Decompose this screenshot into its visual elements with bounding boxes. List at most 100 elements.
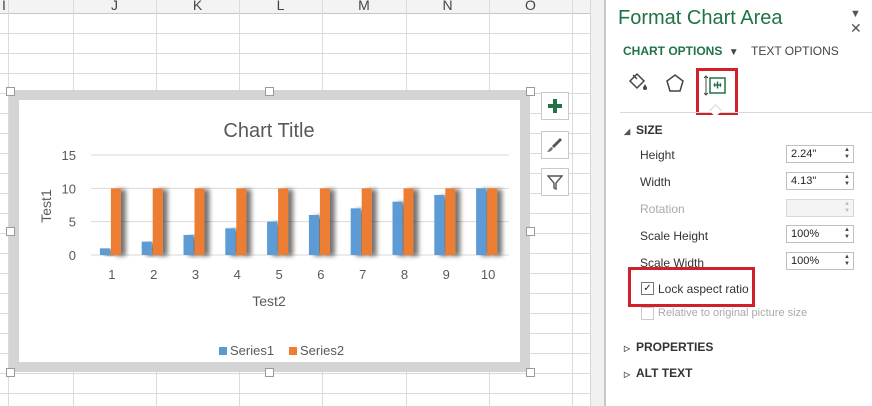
width-field[interactable]: 4.13" ▲ ▼ (786, 172, 854, 190)
resize-handle-bottom[interactable] (265, 368, 274, 377)
legend-label-series1: Series1 (230, 343, 274, 358)
bar-series1-1 (99, 248, 110, 255)
scale-height-value: 100% (791, 228, 820, 240)
pane-title: Format Chart Area (618, 7, 783, 29)
scale-width-value: 100% (791, 255, 820, 267)
row-gridline (0, 393, 590, 394)
bar-series2-5 (278, 188, 289, 255)
rotation-spinner: ▲ ▼ (844, 201, 850, 214)
column-header-k[interactable]: K (156, 0, 239, 13)
column-header-j[interactable]: J (73, 0, 156, 13)
column-header-n[interactable]: N (406, 0, 489, 13)
scale-height-label: Scale Height (640, 229, 709, 243)
expanded-triangle-icon: ◢ (624, 127, 631, 136)
legend-label-series2: Series2 (300, 343, 344, 358)
height-value: 2.24" (791, 148, 817, 160)
relative-size-checkbox (641, 307, 654, 320)
resize-handle-top[interactable] (265, 87, 274, 96)
chart-styles-icon (547, 138, 562, 152)
column-header-i[interactable]: I (0, 0, 8, 13)
worksheet[interactable]: I J K L M N O Chart Title 0 5 10 15 1 2 3 4 5 6 7 8 9… (0, 0, 604, 406)
scale-width-field[interactable]: 100% ▲ ▼ (786, 252, 854, 270)
bar-series1-5 (267, 221, 278, 255)
section-properties[interactable]: ▷ PROPERTIES (624, 340, 713, 354)
section-alt-text-label: ALT TEXT (636, 366, 693, 380)
relative-size-label: Relative to original picture size (658, 307, 808, 319)
y-tick-label: 15 (62, 148, 76, 163)
chart-elements-icon (548, 99, 562, 113)
bar-series1-8 (392, 201, 403, 255)
resize-handle-bottom-right[interactable] (526, 368, 535, 377)
bar-series2-1 (110, 188, 121, 255)
width-value: 4.13" (791, 175, 817, 187)
chart-elements-button[interactable] (541, 92, 569, 120)
x-tick-label: 10 (481, 267, 495, 282)
lock-aspect-label[interactable]: Lock aspect ratio (658, 282, 749, 296)
lock-aspect-checkbox[interactable]: ✓ (641, 282, 654, 295)
chart-styles-button[interactable] (541, 131, 569, 159)
bar-series2-6 (319, 188, 330, 255)
resize-handle-left[interactable] (6, 227, 15, 236)
section-size-label: SIZE (636, 123, 663, 137)
x-tick-label: 8 (401, 267, 408, 282)
legend-swatch-series2 (289, 347, 297, 355)
width-label: Width (640, 175, 671, 189)
section-size[interactable]: ◢ SIZE (624, 123, 663, 137)
close-icon[interactable]: ✕ (850, 20, 862, 36)
bar-series1-2 (141, 241, 152, 255)
effects-icon (666, 74, 684, 92)
x-tick-label: 2 (150, 267, 157, 282)
resize-handle-top-right[interactable] (526, 87, 535, 96)
effects-tab[interactable] (660, 68, 690, 98)
fill-line-icon (628, 72, 647, 90)
collapsed-triangle-icon: ▷ (624, 344, 631, 353)
chart-area[interactable]: Chart Title 0 5 10 15 1 2 3 4 5 6 7 8 9 10 Test2 Test1 Se… (19, 100, 520, 362)
row-gridline (0, 73, 590, 74)
y-tick-label: 0 (69, 248, 76, 263)
x-tick-label: 9 (443, 267, 450, 282)
rotation-field: ▲ ▼ (786, 199, 854, 217)
legend-swatch-series1 (219, 347, 227, 355)
chart-object[interactable]: Chart Title 0 5 10 15 1 2 3 4 5 6 7 8 9 10 Test2 Test1 Se… (9, 90, 530, 372)
row-gridline (0, 33, 590, 34)
bar-series2-10 (487, 188, 498, 255)
x-axis-title: Test2 (252, 293, 286, 309)
scale-height-field[interactable]: 100% ▲ ▼ (786, 225, 854, 243)
bar-series2-2 (152, 188, 163, 255)
chevron-down-icon: ▼ (728, 47, 739, 58)
x-tick-label: 6 (317, 267, 324, 282)
x-tick-label: 7 (359, 267, 366, 282)
scale-width-spinner[interactable]: ▲ ▼ (843, 254, 851, 268)
scale-height-spinner[interactable]: ▲ ▼ (843, 227, 851, 241)
tab-chart-options[interactable]: CHART OPTIONS ▼ (623, 44, 739, 58)
chart-filters-icon (547, 175, 563, 190)
resize-handle-top-left[interactable] (6, 87, 15, 96)
bar-series1-6 (308, 215, 319, 255)
width-spinner[interactable]: ▲ ▼ (843, 174, 851, 188)
resize-handle-right[interactable] (526, 227, 535, 236)
chart-plot: Chart Title 0 5 10 15 1 2 3 4 5 6 7 8 9 10 Test2 Test1 Se… (38, 120, 509, 358)
chart-filters-button[interactable] (541, 168, 569, 196)
column-gridline (572, 0, 573, 406)
height-spinner[interactable]: ▲ ▼ (843, 147, 851, 161)
collapsed-triangle-icon: ▷ (624, 370, 631, 379)
bar-series2-3 (194, 188, 205, 255)
column-header-m[interactable]: M (322, 0, 406, 13)
pane-options-icon[interactable]: ▼ (850, 8, 861, 20)
row-gridline (0, 53, 590, 54)
bar-series1-10 (476, 188, 487, 255)
format-chart-area-pane: Format Chart Area ▼ ✕ CHART OPTIONS ▼ TE… (606, 0, 872, 406)
section-alt-text[interactable]: ▷ ALT TEXT (624, 366, 692, 380)
row-gridline (0, 373, 590, 374)
bar-series1-7 (350, 208, 361, 255)
column-header-l[interactable]: L (239, 0, 322, 13)
vertical-scrollbar[interactable] (590, 0, 604, 406)
fill-line-tab[interactable] (622, 68, 652, 98)
x-tick-label: 1 (108, 267, 115, 282)
height-field[interactable]: 2.24" ▲ ▼ (786, 145, 854, 163)
tab-text-options[interactable]: TEXT OPTIONS (751, 44, 839, 58)
bar-series1-4 (225, 228, 236, 255)
resize-handle-bottom-left[interactable] (6, 368, 15, 377)
pane-divider (620, 112, 872, 113)
column-header-o[interactable]: O (489, 0, 572, 13)
